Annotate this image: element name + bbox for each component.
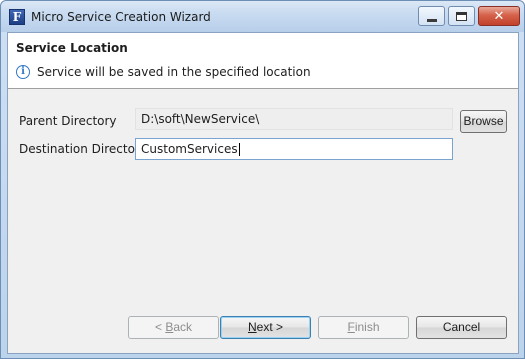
wizard-header: Service Location i Service will be saved… bbox=[8, 33, 518, 89]
cancel-button[interactable]: Cancel bbox=[416, 316, 507, 339]
next-label-rest: ext > bbox=[256, 320, 284, 334]
browse-button[interactable]: Browse bbox=[460, 110, 507, 133]
window-title: Micro Service Creation Wizard bbox=[31, 10, 211, 24]
title-bar[interactable]: F Micro Service Creation Wizard ✕ bbox=[1, 1, 524, 32]
page-title: Service Location bbox=[16, 41, 128, 55]
finish-mnemonic: F bbox=[347, 320, 355, 334]
minimize-icon bbox=[426, 18, 437, 22]
maximize-icon bbox=[456, 11, 467, 21]
wizard-window: F Micro Service Creation Wizard ✕ Servic… bbox=[0, 0, 525, 359]
back-button[interactable]: < Back bbox=[128, 316, 219, 339]
finish-label-rest: inish bbox=[354, 320, 380, 334]
close-button[interactable]: ✕ bbox=[478, 6, 520, 26]
destination-directory-label: Destination Directory bbox=[19, 142, 147, 156]
next-mnemonic: N bbox=[247, 320, 257, 334]
page-description: Service will be saved in the specified l… bbox=[37, 65, 311, 79]
back-label-rest: ack bbox=[173, 320, 193, 334]
destination-directory-value: CustomServices bbox=[141, 142, 238, 156]
close-icon: ✕ bbox=[493, 8, 505, 24]
info-icon: i bbox=[16, 65, 30, 79]
back-prefix: < bbox=[154, 320, 166, 334]
wizard-client-area: Service Location i Service will be saved… bbox=[7, 32, 519, 354]
app-logo-icon: F bbox=[9, 9, 25, 25]
minimize-button[interactable] bbox=[418, 6, 445, 26]
parent-directory-field: D:\soft\NewService\ bbox=[135, 108, 453, 130]
next-button[interactable]: Next > bbox=[220, 316, 311, 339]
parent-directory-label: Parent Directory bbox=[19, 114, 117, 128]
text-caret bbox=[238, 143, 240, 156]
finish-button[interactable]: Finish bbox=[318, 316, 409, 339]
maximize-button[interactable] bbox=[448, 6, 475, 26]
destination-directory-input[interactable]: CustomServices bbox=[135, 138, 453, 160]
